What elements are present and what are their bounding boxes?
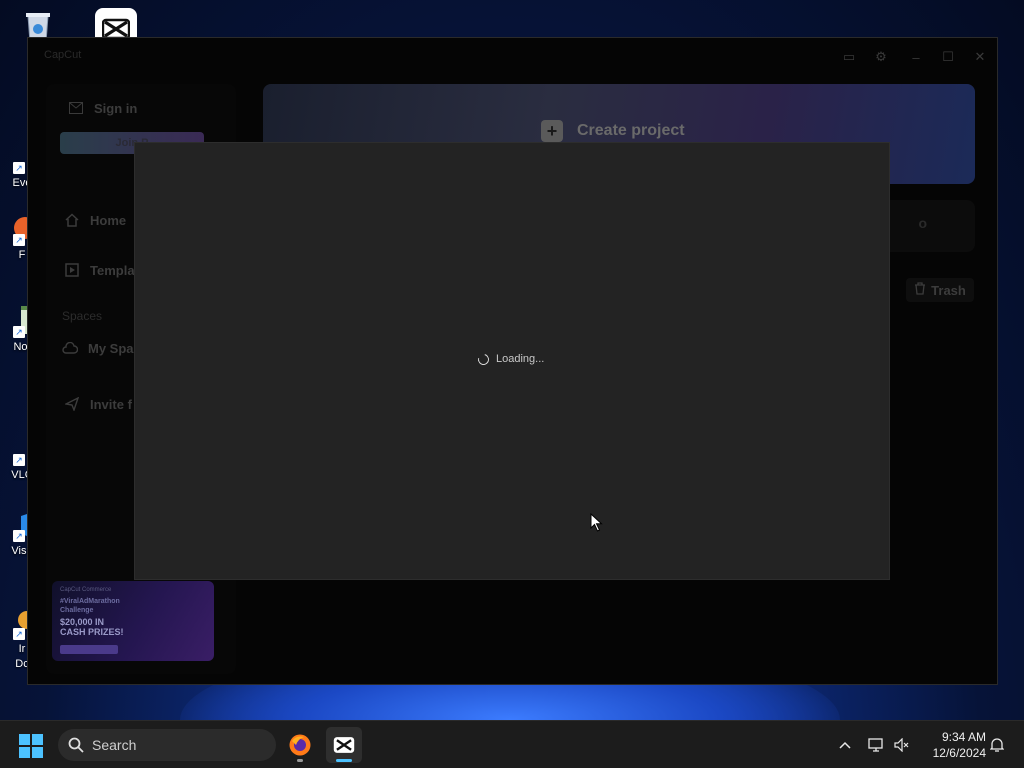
cloud-icon — [62, 340, 78, 356]
spaces-heading: Spaces — [62, 309, 103, 323]
send-icon — [64, 396, 80, 412]
spinner-icon — [475, 351, 492, 367]
app-title: CapCut — [44, 49, 82, 61]
shortcut-arrow-icon: ↗ — [13, 530, 25, 542]
search-placeholder: Search — [92, 737, 137, 753]
promo-prize: $20,000 IN CASH PRIZES! — [60, 617, 124, 637]
promo-banner[interactable]: CapCut Commerce #ViralAdMarathon Challen… — [52, 581, 214, 661]
create-project-button[interactable]: + Create project — [541, 120, 685, 142]
shortcut-arrow-icon: ↗ — [13, 628, 25, 640]
trash-button[interactable]: Trash — [906, 278, 974, 302]
shortcut-arrow-icon: ↗ — [13, 326, 25, 338]
sign-in-label: Sign in — [94, 100, 138, 116]
network-icon[interactable] — [866, 735, 886, 755]
running-indicator — [297, 759, 303, 762]
clock-time: 9:34 AM — [941, 730, 986, 744]
sidebar-item-my-spaces[interactable]: My Spa — [62, 340, 134, 356]
clock-date: 12/6/2024 — [932, 746, 986, 760]
sign-in-button[interactable]: Sign in — [68, 100, 137, 116]
maximize-button[interactable]: ☐ — [937, 46, 959, 68]
strip-text: o — [918, 215, 927, 231]
search-icon — [68, 737, 84, 753]
loading-dialog: Loading... — [134, 142, 890, 580]
promo-button[interactable] — [60, 645, 118, 654]
taskbar-firefox[interactable] — [282, 727, 318, 763]
trash-icon — [914, 282, 926, 298]
taskbar-capcut[interactable] — [326, 727, 362, 763]
close-button[interactable]: ✕ — [969, 46, 991, 68]
start-button[interactable] — [18, 733, 44, 759]
loading-text: Loading... — [496, 353, 545, 365]
invite-label: Invite f — [90, 396, 132, 412]
shortcut-arrow-icon: ↗ — [13, 162, 25, 174]
home-label: Home — [90, 212, 127, 228]
capcut-icon — [333, 737, 355, 753]
minimize-button[interactable]: – — [905, 46, 927, 68]
settings-gear-icon[interactable]: ⚙ — [870, 46, 892, 68]
template-icon — [64, 262, 80, 278]
mouse-cursor-icon — [590, 513, 603, 532]
create-project-label: Create project — [577, 122, 685, 139]
chevron-up-icon[interactable] — [835, 735, 855, 755]
volume-muted-icon[interactable] — [892, 735, 912, 755]
loading-indicator: Loading... — [475, 351, 545, 367]
firefox-icon — [289, 734, 311, 756]
taskbar-search[interactable]: Search — [58, 729, 276, 761]
shortcut-arrow-icon: ↗ — [13, 454, 25, 466]
plus-icon: + — [541, 120, 563, 142]
clock[interactable]: 9:34 AM 12/6/2024 — [916, 729, 986, 761]
templates-label: Templa — [90, 262, 135, 278]
home-icon — [64, 212, 80, 228]
feedback-icon[interactable]: ▭ — [838, 46, 860, 68]
mail-icon — [68, 100, 84, 116]
active-indicator — [336, 759, 352, 762]
trash-label: Trash — [931, 282, 966, 298]
shortcut-arrow-icon: ↗ — [13, 234, 25, 246]
promo-title: #ViralAdMarathon Challenge — [60, 598, 120, 614]
windows-logo-icon — [19, 734, 43, 758]
sidebar-item-home[interactable]: Home — [64, 212, 126, 228]
sidebar-item-invite[interactable]: Invite f — [64, 396, 132, 412]
my-spaces-label: My Spa — [88, 340, 134, 356]
taskbar: Search 9:34 AM 12/6/2024 — [0, 720, 1024, 768]
promo-small-text: CapCut Commerce — [60, 587, 112, 593]
sidebar-item-templates[interactable]: Templa — [64, 262, 135, 278]
notification-bell-icon[interactable] — [987, 735, 1007, 755]
titlebar: CapCut ▭ ⚙ – ☐ ✕ — [28, 38, 997, 74]
